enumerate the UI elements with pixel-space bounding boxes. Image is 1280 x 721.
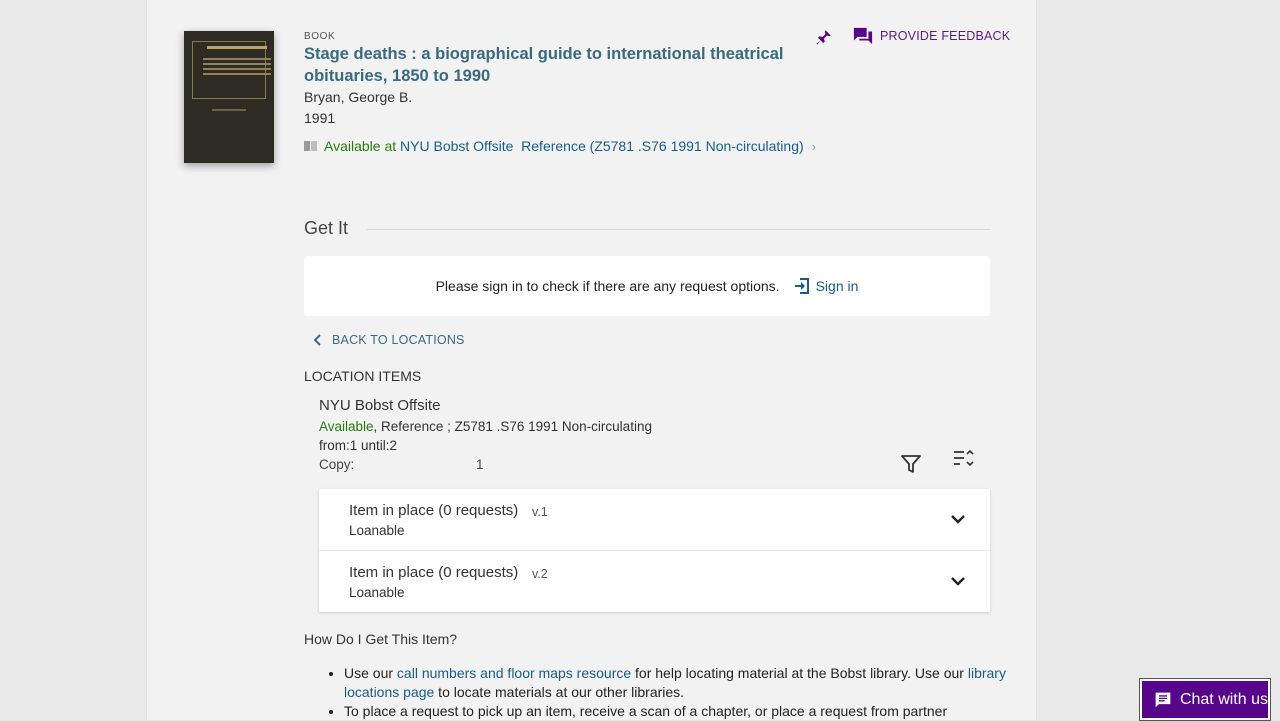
signin-box: Please sign in to check if there are any… [304,256,990,316]
provide-feedback-button[interactable]: PROVIDE FEEDBACK [852,26,1010,46]
item-row[interactable]: Item in place (0 requests) v.1 Loanable [319,489,990,551]
location-items-heading: LOCATION ITEMS [304,368,422,384]
bullet-text: Use our [344,665,397,681]
chevron-right-icon: › [811,138,816,154]
item-row[interactable]: Item in place (0 requests) v.2 Loanable [319,551,990,612]
record-title[interactable]: Stage deaths : a biographical guide to i… [304,43,804,87]
item-volume: v.1 [532,505,548,519]
availability-detail: Reference (Z5781 .S76 1991 Non-circulati… [521,138,804,154]
copy-value: 1 [476,457,484,472]
chat-label: Chat with us [1179,690,1268,708]
record-author: Bryan, George B. [304,89,413,105]
list-item: To place a request to pick up an item, r… [344,702,1024,721]
item-volume: v.2 [532,567,548,581]
availability-status: Available at [324,138,397,154]
section-divider [367,229,990,230]
bullet-text: to locate materials at our other librari… [434,684,685,700]
back-to-locations-label: BACK TO LOCATIONS [332,333,465,347]
location-name: NYU Bobst Offsite [319,397,441,414]
location-call-number: , Reference ; Z5781 .S76 1991 Non-circul… [373,419,652,434]
record-year: 1991 [304,110,336,126]
record-panel [146,0,1037,720]
bullet-text: for help locating material at the Bobst … [631,665,968,681]
book-cover-image[interactable] [184,31,274,163]
record-type-label: Book [304,31,336,42]
availability-location: NYU Bobst Offsite [400,138,514,154]
how-do-list: Use our call numbers and floor maps reso… [304,664,1024,721]
item-status: Item in place (0 requests) [349,502,519,519]
chevron-down-icon[interactable] [950,573,966,589]
signin-message: Please sign in to check if there are any… [435,278,780,294]
location-detail: Available, Reference ; Z5781 .S76 1991 N… [319,419,652,434]
copy-label: Copy: [319,457,355,472]
items-list: Item in place (0 requests) v.1 Loanable … [319,489,990,612]
chevron-down-icon[interactable] [950,511,966,527]
item-policy: Loanable [349,523,405,538]
pin-icon[interactable] [815,28,833,46]
provide-feedback-label: PROVIDE FEEDBACK [880,29,1011,43]
get-it-title: Get It [304,218,349,238]
item-policy: Loanable [349,585,405,600]
sign-in-label: Sign in [815,278,859,294]
sign-in-icon [794,278,809,294]
chat-with-us-button[interactable]: Chat with us [1140,679,1270,720]
location-range: from:1 until:2 [319,438,398,453]
sort-list-icon[interactable] [952,447,974,469]
sign-in-button[interactable]: Sign in [794,277,859,295]
how-do-i-get-heading: How Do I Get This Item? [304,631,458,647]
item-status: Item in place (0 requests) [349,564,519,581]
book-icon [304,141,317,151]
feedback-chat-icon [853,27,873,45]
location-status: Available [319,419,374,434]
availability-line[interactable]: Available at NYU Bobst Offsite Reference… [304,138,816,154]
call-numbers-link[interactable]: call numbers and floor maps resource [397,665,631,681]
back-to-locations-button[interactable]: BACK TO LOCATIONS [314,333,465,347]
filter-icon[interactable] [900,453,922,475]
list-item: Use our call numbers and floor maps reso… [344,664,1024,702]
chevron-left-icon [314,334,321,346]
chat-icon [1155,692,1171,707]
